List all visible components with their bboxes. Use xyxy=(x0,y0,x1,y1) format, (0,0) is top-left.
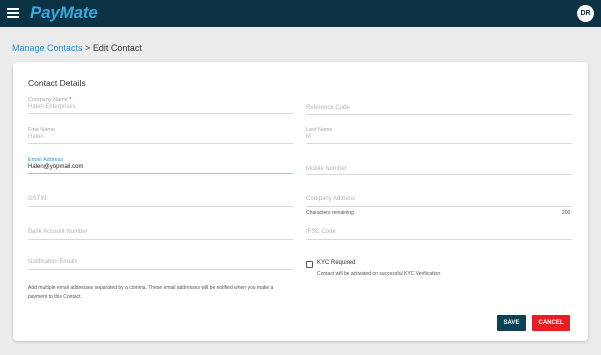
top-navbar: PayMate DR xyxy=(0,0,601,27)
bank-account-field[interactable]: Bank Account Number xyxy=(28,228,293,240)
company-address-field[interactable]: Company Address xyxy=(306,195,572,207)
card-title: Contact Details xyxy=(28,78,86,88)
save-button[interactable]: SAVE xyxy=(497,315,526,331)
company-name-value: Halen Enterprises xyxy=(28,104,76,110)
breadcrumb-manage-contacts-link[interactable]: Manage Contacts xyxy=(12,43,83,53)
kyc-required-label[interactable]: KYC Required xyxy=(317,260,355,266)
company-address-placeholder: Company Address xyxy=(306,196,356,202)
breadcrumb-current: Edit Contact xyxy=(92,43,142,53)
breadcrumb-separator: > xyxy=(82,43,93,53)
notification-emails-hint: Add multiple email addresses separated b… xyxy=(28,285,274,300)
gstin-placeholder: GSTIN xyxy=(28,196,47,202)
email-field[interactable]: Email Address Halen@yopmail.com xyxy=(28,157,293,174)
mobile-number-field[interactable]: Mobile Number xyxy=(306,164,572,175)
ifsc-code-placeholder: IFSC Code xyxy=(306,229,336,235)
first-name-value: Halen xyxy=(28,134,44,140)
kyc-required-checkbox[interactable] xyxy=(306,261,313,268)
company-name-field[interactable]: Company Name * Halen Enterprises xyxy=(28,97,293,114)
company-name-label: Company Name * xyxy=(28,97,72,103)
characters-remaining-label: Characters remaining xyxy=(306,210,354,216)
last-name-label: Last Name xyxy=(306,127,333,133)
brand-logo[interactable]: PayMate xyxy=(30,3,98,23)
notification-emails-placeholder: Notification Emails xyxy=(28,259,78,265)
first-name-label: First Name xyxy=(28,127,55,133)
gstin-field[interactable]: GSTIN xyxy=(28,195,293,207)
user-avatar[interactable]: DR xyxy=(577,5,594,22)
contact-details-card: Contact Details Company Name * Halen Ent… xyxy=(13,62,588,341)
breadcrumb: Manage Contacts > Edit Contact xyxy=(12,43,142,53)
first-name-field[interactable]: First Name Halen xyxy=(28,127,293,144)
reference-code-placeholder: Reference Code xyxy=(306,105,350,111)
ifsc-code-field[interactable]: IFSC Code xyxy=(306,228,572,240)
reference-code-field[interactable]: Reference Code xyxy=(306,103,572,115)
email-value: Halen@yopmail.com xyxy=(28,164,84,170)
menu-icon[interactable] xyxy=(7,8,19,18)
kyc-note: Contact will be activated on successful … xyxy=(317,271,442,277)
bank-account-placeholder: Bank Account Number xyxy=(28,229,88,235)
email-label: Email Address xyxy=(28,157,64,163)
characters-remaining-count: 200 xyxy=(562,210,571,216)
mobile-number-placeholder: Mobile Number xyxy=(306,166,347,172)
cancel-button[interactable]: CANCEL xyxy=(532,315,570,331)
last-name-value: M xyxy=(306,134,311,140)
notification-emails-field[interactable]: Notification Emails xyxy=(28,258,293,270)
required-asterisk: * xyxy=(69,97,72,103)
last-name-field[interactable]: Last Name M xyxy=(306,127,572,144)
